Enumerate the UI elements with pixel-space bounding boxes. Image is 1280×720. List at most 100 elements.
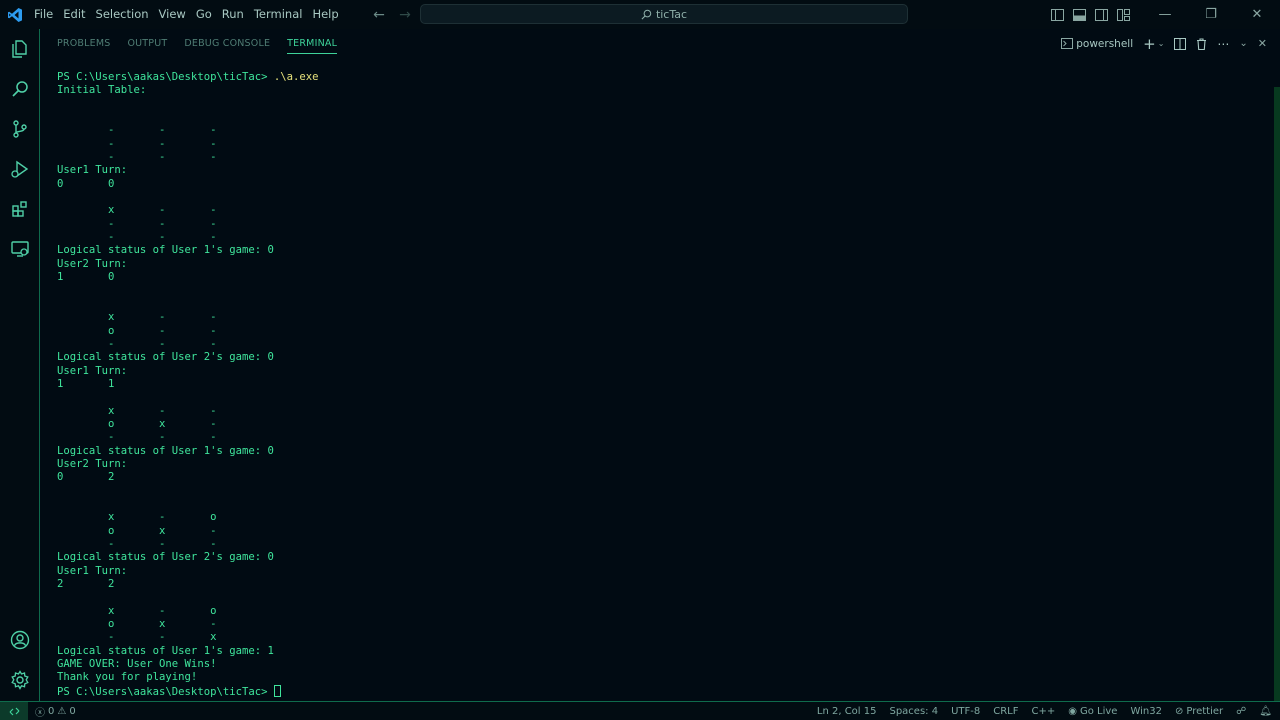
prettier-check-icon: ⊘ bbox=[1174, 706, 1184, 717]
activity-bar bbox=[0, 29, 40, 701]
search-sidebar-icon[interactable] bbox=[0, 69, 40, 109]
bottom-panel: PROBLEMS OUTPUT DEBUG CONSOLE TERMINAL p… bbox=[40, 29, 1280, 701]
navigation-arrows: ← → bbox=[370, 0, 414, 29]
terminal-line: 1 1 bbox=[57, 377, 115, 390]
menu-go[interactable]: Go bbox=[191, 0, 217, 29]
minimize-button[interactable]: — bbox=[1142, 0, 1188, 29]
terminal-final-prompt: PS C:\Users\aakas\Desktop\ticTac> bbox=[57, 685, 268, 698]
source-control-icon[interactable] bbox=[0, 109, 40, 149]
terminal-line: x - - bbox=[57, 311, 217, 324]
manage-gear-icon[interactable] bbox=[0, 660, 40, 700]
panel-actions: powershell + ⌄ ⋯ ⌄ ✕ bbox=[1058, 29, 1270, 58]
terminal-line: User1 Turn: bbox=[57, 364, 128, 377]
plus-icon: + bbox=[1143, 34, 1156, 53]
terminal-line: - - - bbox=[57, 137, 217, 150]
vscode-logo-icon bbox=[0, 0, 29, 29]
terminal-scrollbar[interactable] bbox=[1274, 87, 1280, 701]
terminal-line: o - - bbox=[57, 324, 217, 337]
toggle-panel-icon[interactable] bbox=[1068, 0, 1090, 29]
tab-terminal[interactable]: TERMINAL bbox=[287, 29, 337, 58]
terminal-line: - - - bbox=[57, 431, 217, 444]
kill-terminal-button[interactable] bbox=[1193, 33, 1210, 55]
terminal-icon bbox=[1061, 38, 1074, 49]
prettier-label: Prettier bbox=[1186, 706, 1224, 717]
split-icon bbox=[1174, 37, 1187, 50]
tab-problems[interactable]: PROBLEMS bbox=[57, 29, 110, 58]
encoding[interactable]: UTF-8 bbox=[951, 706, 980, 717]
menu-selection[interactable]: Selection bbox=[91, 0, 154, 29]
go-live-button[interactable]: ◉ Go Live bbox=[1068, 706, 1117, 717]
command-center-search[interactable]: ticTac bbox=[420, 4, 908, 24]
terminal-line: User1 Turn: bbox=[57, 564, 128, 577]
menu-help[interactable]: Help bbox=[307, 0, 343, 29]
terminal-line: x - - bbox=[57, 204, 217, 217]
forward-arrow-icon[interactable]: → bbox=[396, 7, 414, 23]
feedback-icon[interactable]: ☍ bbox=[1236, 706, 1246, 717]
split-terminal-button[interactable] bbox=[1171, 33, 1189, 55]
terminal-line: - - - bbox=[57, 538, 217, 551]
terminal-line: 2 2 bbox=[57, 578, 115, 591]
customize-layout-icon[interactable] bbox=[1112, 0, 1134, 29]
terminal-output[interactable]: PS C:\Users\aakas\Desktop\ticTac> .\a.ex… bbox=[57, 71, 1257, 698]
run-and-debug-icon[interactable] bbox=[0, 149, 40, 189]
menu-view[interactable]: View bbox=[154, 0, 191, 29]
terminal-cursor bbox=[273, 684, 281, 697]
terminal-line: o x - bbox=[57, 417, 217, 430]
terminal-line: Thank you for playing! bbox=[57, 671, 198, 684]
menu-run[interactable]: Run bbox=[217, 0, 249, 29]
toggle-primary-sidebar-icon[interactable] bbox=[1046, 0, 1068, 29]
problems-indicator[interactable]: ⓧ 0 ⚠ 0 bbox=[35, 704, 76, 719]
menu-edit[interactable]: Edit bbox=[58, 0, 90, 29]
cursor-position[interactable]: Ln 2, Col 15 bbox=[817, 706, 877, 717]
explorer-icon[interactable] bbox=[0, 29, 40, 69]
go-live-label: Go Live bbox=[1079, 706, 1118, 717]
menu-bar: File Edit Selection View Go Run Terminal… bbox=[29, 0, 344, 29]
terminal-line: Logical status of User 2's game: 0 bbox=[57, 351, 274, 364]
remote-explorer-icon[interactable] bbox=[0, 229, 40, 269]
close-panel-icon[interactable]: ✕ bbox=[1255, 33, 1270, 55]
tab-debug-console[interactable]: DEBUG CONSOLE bbox=[184, 29, 270, 58]
notifications-bell-icon[interactable]: 🔔︎ bbox=[1259, 706, 1272, 717]
terminal-command-line: PS C:\Users\aakas\Desktop\ticTac> .\a.ex… bbox=[57, 71, 1257, 84]
terminal-line: x - - bbox=[57, 404, 217, 417]
restore-button[interactable]: ❐ bbox=[1188, 0, 1234, 29]
terminal-line: User1 Turn: bbox=[57, 164, 128, 177]
chevron-down-icon: ⌄ bbox=[1157, 39, 1165, 48]
terminal-prompt: PS C:\Users\aakas\Desktop\ticTac> bbox=[57, 71, 268, 83]
error-count: 0 bbox=[48, 705, 55, 717]
accounts-icon[interactable] bbox=[0, 620, 40, 660]
end-of-line[interactable]: CRLF bbox=[993, 706, 1018, 717]
platform[interactable]: Win32 bbox=[1130, 706, 1162, 717]
terminal-line: Logical status of User 2's game: 0 bbox=[57, 551, 274, 564]
tab-output[interactable]: OUTPUT bbox=[127, 29, 167, 58]
language-mode[interactable]: C++ bbox=[1032, 706, 1056, 717]
terminal-lines: Initial Table: - - - - - - - - - User1 Tu… bbox=[57, 84, 1257, 684]
menu-file[interactable]: File bbox=[29, 0, 58, 29]
terminal-line: User2 Turn: bbox=[57, 257, 128, 270]
close-window-button[interactable]: ✕ bbox=[1234, 0, 1280, 29]
new-terminal-button[interactable]: + ⌄ bbox=[1140, 33, 1167, 55]
warning-icon: ⚠ bbox=[57, 705, 67, 717]
extensions-icon[interactable] bbox=[0, 189, 40, 229]
terminal-shell-selector[interactable]: powershell bbox=[1058, 33, 1136, 55]
terminal-line: User2 Turn: bbox=[57, 457, 128, 470]
indentation[interactable]: Spaces: 4 bbox=[889, 706, 938, 717]
menu-terminal[interactable]: Terminal bbox=[249, 0, 308, 29]
maximize-panel-chevron-icon[interactable]: ⌄ bbox=[1236, 33, 1250, 55]
terminal-line: Logical status of User 1's game: 0 bbox=[57, 444, 274, 457]
status-bar-right: Ln 2, Col 15 Spaces: 4 UTF-8 CRLF C++ ◉ G… bbox=[817, 702, 1272, 720]
prettier-button[interactable]: ⊘ Prettier bbox=[1175, 706, 1223, 717]
terminal-line: o x - bbox=[57, 618, 217, 631]
terminal-command: .\a.exe bbox=[273, 71, 319, 83]
terminal-line: - - - bbox=[57, 124, 217, 137]
toggle-secondary-sidebar-icon[interactable] bbox=[1090, 0, 1112, 29]
terminal-line: - - - bbox=[57, 337, 217, 350]
title-bar-right: — ❐ ✕ bbox=[1046, 0, 1280, 29]
back-arrow-icon[interactable]: ← bbox=[370, 7, 388, 23]
remote-indicator-icon[interactable] bbox=[0, 702, 28, 720]
more-actions-icon[interactable]: ⋯ bbox=[1214, 33, 1232, 55]
